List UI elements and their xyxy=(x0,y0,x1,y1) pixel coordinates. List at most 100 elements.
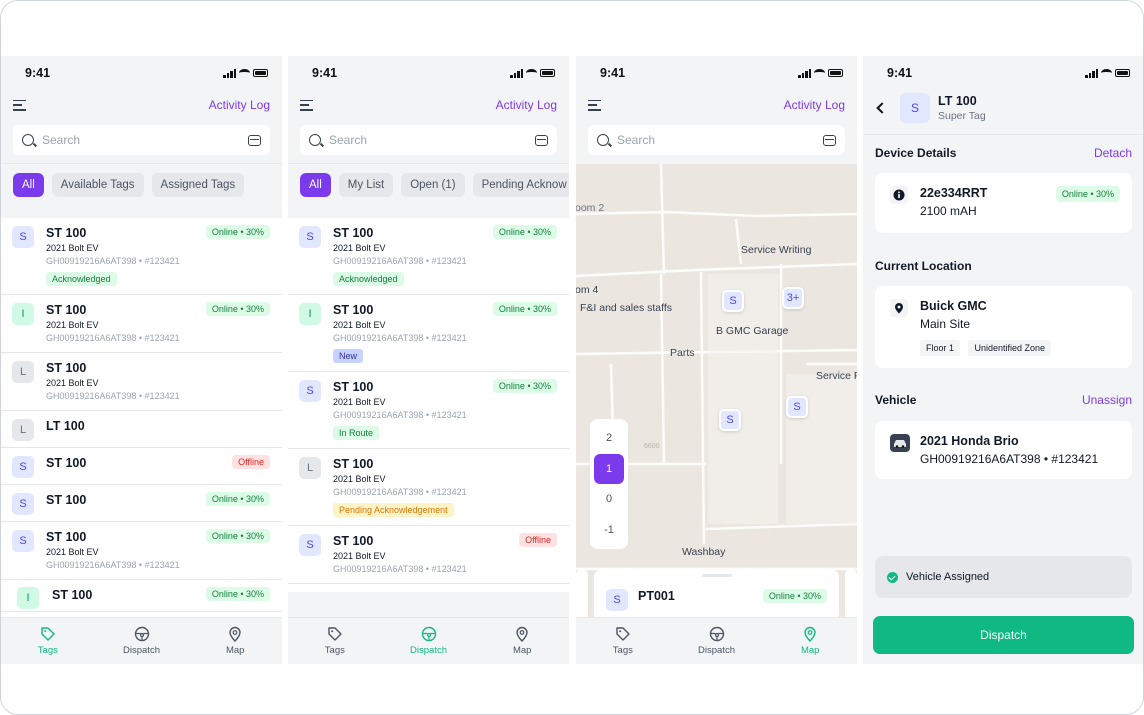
map-pin-icon xyxy=(516,626,528,642)
list-item[interactable]: I ST 100 Online • 30% xyxy=(1,580,282,612)
list-item[interactable]: L ST 100 2021 Bolt EV GH00919216A6AT398 … xyxy=(288,449,569,526)
vehicle-assigned-banner: Vehicle Assigned xyxy=(875,556,1132,598)
map-pin-tag[interactable]: S xyxy=(719,409,741,431)
filter-all[interactable]: All xyxy=(13,173,44,197)
floor-map[interactable]: oom 2 Service Writing om 4 F&I and sales… xyxy=(576,164,857,617)
map-pin-tag[interactable]: S xyxy=(722,290,744,312)
tag-detail-screen: 9:41 S LT 100 Super Tag Device Details D… xyxy=(863,56,1143,664)
status-badge: Online • 30% xyxy=(492,379,557,393)
detach-link[interactable]: Detach xyxy=(1094,146,1132,160)
check-icon xyxy=(887,571,898,583)
search-bar[interactable]: Search xyxy=(588,125,845,155)
banner-text: Vehicle Assigned xyxy=(906,571,990,583)
detail-title-block: LT 100 Super Tag xyxy=(938,94,986,123)
list-item[interactable]: L ST 100 2021 Bolt EV GH00919216A6AT398 … xyxy=(1,353,282,411)
activity-log-link[interactable]: Activity Log xyxy=(209,98,270,112)
status-badge: Online • 30% xyxy=(1055,186,1120,202)
tab-dispatch[interactable]: Dispatch xyxy=(670,618,764,664)
device-card: 22e334RRT 2100 mAH Online • 30% xyxy=(875,173,1132,233)
tab-tags[interactable]: Tags xyxy=(288,618,382,664)
dispatch-button[interactable]: Dispatch xyxy=(873,616,1134,654)
floor-1[interactable]: 1 xyxy=(594,453,624,484)
list-item[interactable]: I ST 100 2021 Bolt EV GH00919216A6AT398 … xyxy=(288,295,569,372)
tab-map[interactable]: Map xyxy=(188,618,282,664)
map-pin-tag[interactable]: S xyxy=(786,396,808,418)
list-item[interactable]: S ST 100 2021 Bolt EV GH00919216A6AT398 … xyxy=(1,522,282,580)
status-tag: Acknowledged xyxy=(333,272,404,286)
map-label-service-writing: Service Writing xyxy=(741,244,812,256)
floor-0[interactable]: 0 xyxy=(594,484,624,514)
search-input[interactable]: Search xyxy=(617,133,815,147)
floor-minus-1[interactable]: -1 xyxy=(594,515,624,545)
nav-bar: Activity Log xyxy=(576,92,857,118)
search-bar[interactable]: Search xyxy=(300,125,557,155)
location-icon xyxy=(890,299,908,317)
search-icon xyxy=(309,134,321,146)
status-tag: In Route xyxy=(333,426,380,440)
filter-available-tags[interactable]: Available Tags xyxy=(51,173,144,197)
nav-bar: Activity Log xyxy=(288,92,569,118)
list-item[interactable]: I ST 100 2021 Bolt EV GH00919216A6AT398 … xyxy=(1,295,282,353)
avatar: S xyxy=(299,226,321,248)
menu-icon[interactable] xyxy=(588,99,601,111)
status-tag: Acknowledged xyxy=(46,272,117,286)
tag-icon xyxy=(616,627,630,641)
list-item[interactable]: S ST 100 2021 Bolt EV GH00919216A6AT398 … xyxy=(1,218,282,295)
map-label-room2: oom 2 xyxy=(576,202,605,214)
floor-2[interactable]: 2 xyxy=(594,423,624,453)
scan-icon[interactable] xyxy=(248,134,261,146)
tab-dispatch[interactable]: Dispatch xyxy=(382,618,476,664)
filter-all[interactable]: All xyxy=(300,173,331,197)
avatar: S xyxy=(12,493,34,515)
battery-icon xyxy=(253,69,268,77)
tab-tags[interactable]: Tags xyxy=(1,618,95,664)
section-title: Current Location xyxy=(875,259,972,273)
tab-label: Map xyxy=(800,645,820,656)
list-item[interactable]: S ST 100 2021 Bolt EV GH00919216A6AT398 … xyxy=(288,526,569,584)
unassign-link[interactable]: Unassign xyxy=(1082,393,1132,407)
list-item[interactable]: S ST 100 2021 Bolt EV GH00919216A6AT398 … xyxy=(288,218,569,295)
tab-dispatch[interactable]: Dispatch xyxy=(95,618,189,664)
status-bar: 9:41 xyxy=(576,56,857,90)
tab-label: Tags xyxy=(37,645,58,656)
wifi-icon xyxy=(1101,69,1112,77)
tab-map[interactable]: Map xyxy=(763,618,857,664)
search-input[interactable]: Search xyxy=(329,133,527,147)
sheet-handle[interactable] xyxy=(701,574,732,577)
item-id: GH00919216A6AT398 • #123421 xyxy=(333,256,467,266)
divider xyxy=(288,163,569,164)
list-item[interactable]: S ST 100 Offline xyxy=(1,448,282,485)
menu-icon[interactable] xyxy=(13,99,26,111)
activity-log-link[interactable]: Activity Log xyxy=(784,98,845,112)
map-label-room4: om 4 xyxy=(576,284,599,296)
list-item[interactable]: S ST 100 2021 Bolt EV GH00919216A6AT398 … xyxy=(288,372,569,449)
status-bar: 9:41 xyxy=(863,56,1143,90)
avatar: S xyxy=(12,456,34,478)
tab-label: Dispatch xyxy=(123,645,160,656)
filter-open[interactable]: Open (1) xyxy=(401,173,465,197)
list-item[interactable]: L LT 100 xyxy=(1,411,282,448)
list-item[interactable]: S ST 100 Online • 30% xyxy=(1,485,282,522)
back-icon[interactable] xyxy=(876,102,888,114)
tab-map[interactable]: Map xyxy=(475,618,569,664)
scan-icon[interactable] xyxy=(535,134,548,146)
scan-icon[interactable] xyxy=(823,134,836,146)
menu-icon[interactable] xyxy=(300,99,313,111)
avatar: S xyxy=(12,226,34,248)
map-pin-cluster[interactable]: 3+ xyxy=(782,287,804,309)
search-input[interactable]: Search xyxy=(42,133,240,147)
tab-tags[interactable]: Tags xyxy=(576,618,670,664)
tag-bottom-sheet[interactable]: S PT001 Online • 30% xyxy=(594,569,839,617)
filter-assigned-tags[interactable]: Assigned Tags xyxy=(151,173,245,197)
map-pin-icon xyxy=(229,626,241,642)
item-subtitle: 2021 Bolt EV xyxy=(46,243,99,253)
current-location-header: Current Location xyxy=(875,259,1132,273)
filter-pending-acknowledgement[interactable]: Pending Acknow xyxy=(472,173,569,197)
vehicle-card[interactable]: 2021 Honda Brio GH00919216A6AT398 • #123… xyxy=(875,421,1132,479)
status-icons xyxy=(223,68,268,78)
filter-my-list[interactable]: My List xyxy=(338,173,394,197)
sheet-title: PT001 xyxy=(638,589,675,603)
search-bar[interactable]: Search xyxy=(13,125,270,155)
tags-screen: 9:41 Activity Log Search All Available T… xyxy=(1,56,282,664)
activity-log-link[interactable]: Activity Log xyxy=(496,98,557,112)
